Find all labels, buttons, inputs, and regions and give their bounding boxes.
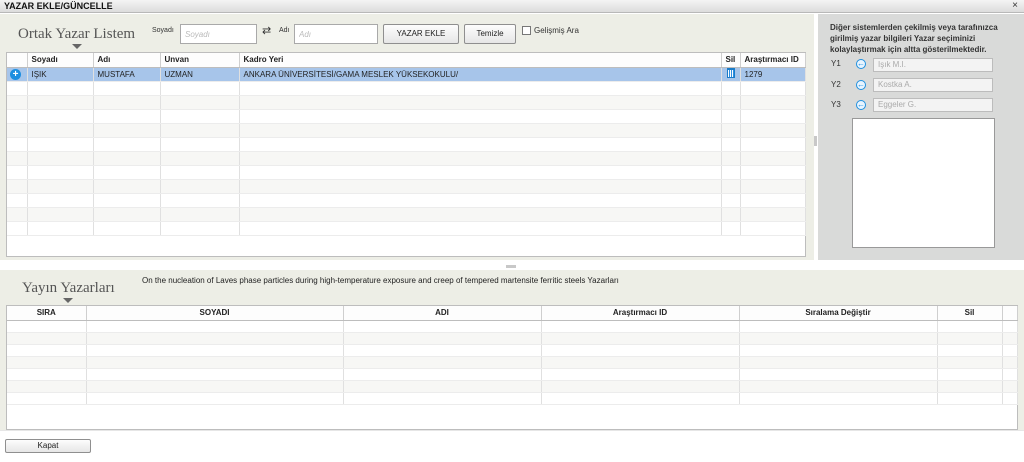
column-header-kadro[interactable]: Kadro Yeri (239, 53, 722, 68)
column-header-unvan[interactable]: Unvan (160, 53, 240, 68)
column-header-soyadi[interactable]: Soyadı (27, 53, 94, 68)
publication-authors-section-title: Yayın Yazarları (22, 280, 115, 303)
table-row-empty (7, 165, 806, 180)
close-icon[interactable]: × (1012, 0, 1018, 11)
table-row-empty (7, 380, 1018, 393)
table-row-empty (7, 356, 1018, 369)
surname-label: Soyadı (152, 27, 174, 34)
table-row-empty (7, 151, 806, 166)
column-header-siralama-degistir: Sıralama Değiştir (739, 306, 938, 321)
column-header-sil: Sil (937, 306, 1003, 321)
column-header-adi[interactable]: ADI (343, 306, 542, 321)
suggestion-panel: Diğer sistemlerden çekilmiş veya tarafın… (818, 14, 1024, 260)
co-author-panel: Ortak Yazar Listem Soyadı ⇄ Adı YAZAR EK… (0, 14, 814, 260)
chevron-down-icon (63, 298, 74, 303)
publication-title: On the nucleation of Laves phase particl… (142, 276, 619, 285)
cell-arastirmaci-id: 1279 (740, 67, 806, 82)
table-row-empty (7, 193, 806, 208)
table-row-empty (7, 344, 1018, 357)
suggestion-label-y3: Y3 (831, 100, 841, 109)
arrow-left-icon[interactable]: ← (856, 80, 866, 90)
table-header-row: SIRA SOYADI ADI Araştırmacı ID Sıralama … (7, 306, 1018, 321)
cell-kadro: ANKARA ÜNİVERSİTESİ/GAMA MESLEK YÜKSEKOK… (239, 67, 722, 82)
column-header-sil: Sil (721, 53, 741, 68)
add-author-button[interactable]: YAZAR EKLE (383, 24, 459, 44)
add-row-button[interactable]: + (7, 67, 28, 82)
suggestion-label-y1: Y1 (831, 59, 841, 68)
advanced-search-label: Gelişmiş Ara (534, 26, 579, 35)
chevron-down-icon (71, 44, 82, 49)
table-row-empty (7, 95, 806, 110)
table-row-empty (7, 207, 806, 222)
co-author-section-title: Ortak Yazar Listem (18, 26, 136, 49)
surname-input[interactable] (180, 24, 257, 44)
cell-soyadi: IŞIK (27, 67, 94, 82)
table-row-empty (7, 123, 806, 138)
plus-icon[interactable]: + (10, 68, 21, 80)
footer: Kapat (0, 430, 1024, 462)
suggestion-list-box[interactable] (852, 118, 995, 248)
close-button[interactable]: Kapat (5, 439, 91, 453)
table-row-empty (7, 368, 1018, 381)
column-header (7, 53, 28, 68)
name-input[interactable] (294, 24, 378, 44)
column-header-sira[interactable]: SIRA (7, 306, 87, 321)
cell-unvan: UZMAN (160, 67, 240, 82)
table-row-empty (7, 332, 1018, 345)
table-row-empty (7, 392, 1018, 405)
column-header-adi[interactable]: Adı (93, 53, 161, 68)
delete-cell[interactable] (721, 67, 741, 82)
table-row[interactable]: + IŞIK MUSTAFA UZMAN ANKARA ÜNİVERSİTESİ… (7, 67, 806, 82)
column-header-arastirmaci-id[interactable]: Araştırmacı ID (740, 53, 806, 68)
table-row-empty (7, 81, 806, 96)
column-header-spacer (1002, 306, 1018, 321)
table-row-empty (7, 320, 1018, 333)
arrow-left-icon[interactable]: ← (856, 59, 866, 69)
co-author-table: Soyadı Adı Unvan Kadro Yeri Sil Araştırm… (6, 52, 806, 257)
table-row-empty (7, 179, 806, 194)
table-row-empty (7, 137, 806, 152)
clear-button[interactable]: Temizle (464, 24, 516, 44)
table-header-row: Soyadı Adı Unvan Kadro Yeri Sil Araştırm… (7, 53, 806, 68)
cell-adi: MUSTAFA (93, 67, 161, 82)
arrow-left-icon[interactable]: ← (856, 100, 866, 110)
suggestion-field-y3[interactable]: Eggeler G. (873, 98, 993, 112)
column-header-soyadi[interactable]: SOYADI (86, 306, 344, 321)
suggestion-field-y1[interactable]: Işık M.I. (873, 58, 993, 72)
publication-authors-panel: Yayın Yazarları On the nucleation of Lav… (0, 270, 1024, 430)
suggestion-label-y2: Y2 (831, 80, 841, 89)
column-header-arastirmaci-id[interactable]: Araştırmacı ID (541, 306, 740, 321)
window-title: YAZAR EKLE/GÜNCELLE (4, 1, 113, 11)
trash-icon[interactable] (726, 68, 735, 78)
splitter-handle-horizontal[interactable] (506, 265, 516, 268)
name-label: Adı (279, 27, 290, 34)
co-author-title-text: Ortak Yazar Listem (18, 26, 136, 42)
window-titlebar: YAZAR EKLE/GÜNCELLE × (0, 0, 1024, 13)
publication-authors-table: SIRA SOYADI ADI Araştırmacı ID Sıralama … (6, 305, 1018, 430)
advanced-search-checkbox[interactable] (522, 26, 531, 35)
table-row-empty (7, 109, 806, 124)
table-row-empty (7, 221, 806, 236)
splitter-handle-vertical[interactable] (814, 136, 817, 146)
swap-icon[interactable]: ⇄ (262, 24, 271, 37)
publication-authors-title-text: Yayın Yazarları (22, 280, 115, 296)
suggestion-field-y2[interactable]: Kostka A. (873, 78, 993, 92)
suggestion-info-text: Diğer sistemlerden çekilmiş veya tarafın… (830, 23, 998, 54)
